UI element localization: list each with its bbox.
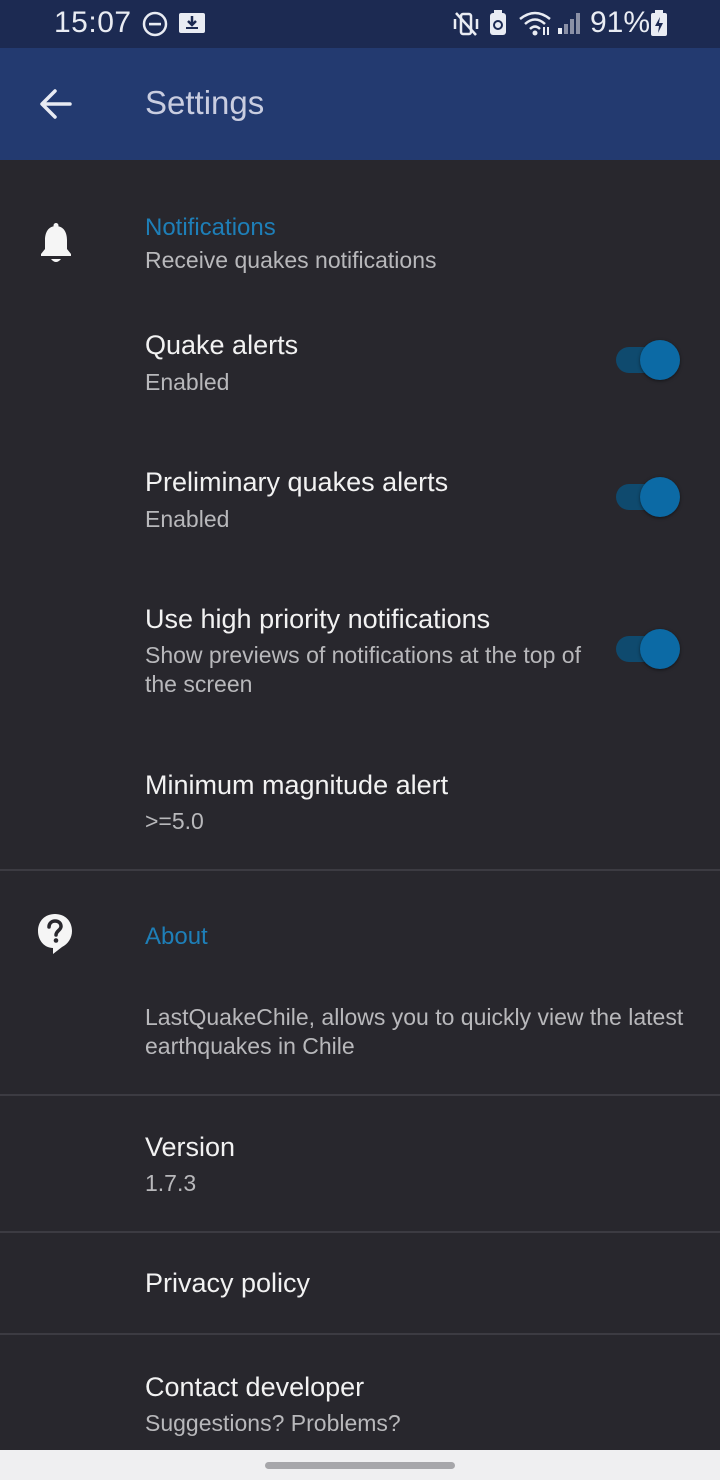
do-not-disturb-icon (142, 11, 168, 37)
cell-signal-icon (558, 13, 580, 34)
contact-developer-title: Contact developer (145, 1372, 365, 1402)
preliminary-alerts-toggle[interactable] (614, 477, 684, 517)
quake-alerts-summary: Enabled (145, 369, 230, 395)
min-magnitude-summary: >=5.0 (145, 808, 204, 834)
notifications-category-title: Notifications (145, 214, 276, 241)
battery-charging-icon (651, 10, 667, 36)
home-gesture-handle[interactable] (265, 1462, 455, 1469)
quake-alerts-toggle[interactable] (614, 340, 684, 380)
preliminary-alerts-title: Preliminary quakes alerts (145, 467, 449, 497)
page-title: Settings (145, 84, 265, 121)
toggle-thumb (640, 629, 680, 669)
mute-vibrate-icon (453, 12, 479, 36)
divider (0, 1094, 720, 1096)
notifications-category[interactable]: Notifications Receive quakes notificatio… (0, 196, 720, 286)
divider (0, 1333, 720, 1335)
about-category-title: About (145, 923, 208, 950)
contact-developer-summary: Suggestions? Problems? (145, 1410, 401, 1436)
high-priority-preference[interactable]: Use high priority notifications Show pre… (0, 594, 720, 704)
privacy-policy-preference[interactable]: Privacy policy (0, 1260, 720, 1320)
version-title: Version (145, 1132, 236, 1162)
high-priority-toggle[interactable] (614, 629, 684, 669)
status-bar: 15:07 91% (0, 0, 720, 48)
toggle-thumb (640, 340, 680, 380)
notifications-category-summary: Receive quakes notifications (145, 247, 437, 273)
app-bar: Settings (0, 48, 720, 160)
toggle-thumb (640, 477, 680, 517)
arrow-back-icon[interactable] (34, 82, 78, 126)
privacy-policy-title: Privacy policy (145, 1268, 311, 1298)
contact-developer-preference[interactable]: Contact developer Suggestions? Problems? (0, 1362, 720, 1442)
divider (0, 869, 720, 871)
battery-saver-icon (490, 10, 506, 35)
version-value: 1.7.3 (145, 1170, 197, 1196)
status-time: 15:07 (54, 6, 132, 39)
divider (0, 1231, 720, 1233)
about-category: About (0, 905, 720, 965)
high-priority-title: Use high priority notifications (145, 604, 491, 634)
download-icon (179, 13, 205, 33)
preliminary-alerts-summary: Enabled (145, 506, 230, 532)
wifi-icon (519, 11, 551, 36)
settings-list: Notifications Receive quakes notificatio… (0, 160, 720, 1450)
preliminary-alerts-preference[interactable]: Preliminary quakes alerts Enabled (0, 457, 720, 537)
quake-alerts-preference[interactable]: Quake alerts Enabled (0, 320, 720, 400)
high-priority-summary: Show previews of notifications at the to… (145, 642, 581, 697)
version-preference[interactable]: Version 1.7.3 (0, 1122, 720, 1202)
quake-alerts-title: Quake alerts (145, 330, 299, 360)
about-description-preference[interactable]: LastQuakeChile, allows you to quickly vi… (0, 998, 720, 1068)
navigation-bar (0, 1450, 720, 1480)
min-magnitude-preference[interactable]: Minimum magnitude alert >=5.0 (0, 760, 720, 840)
min-magnitude-title: Minimum magnitude alert (145, 770, 449, 800)
about-description: LastQuakeChile, allows you to quickly vi… (145, 1004, 684, 1059)
battery-percent: 91% (590, 6, 651, 39)
